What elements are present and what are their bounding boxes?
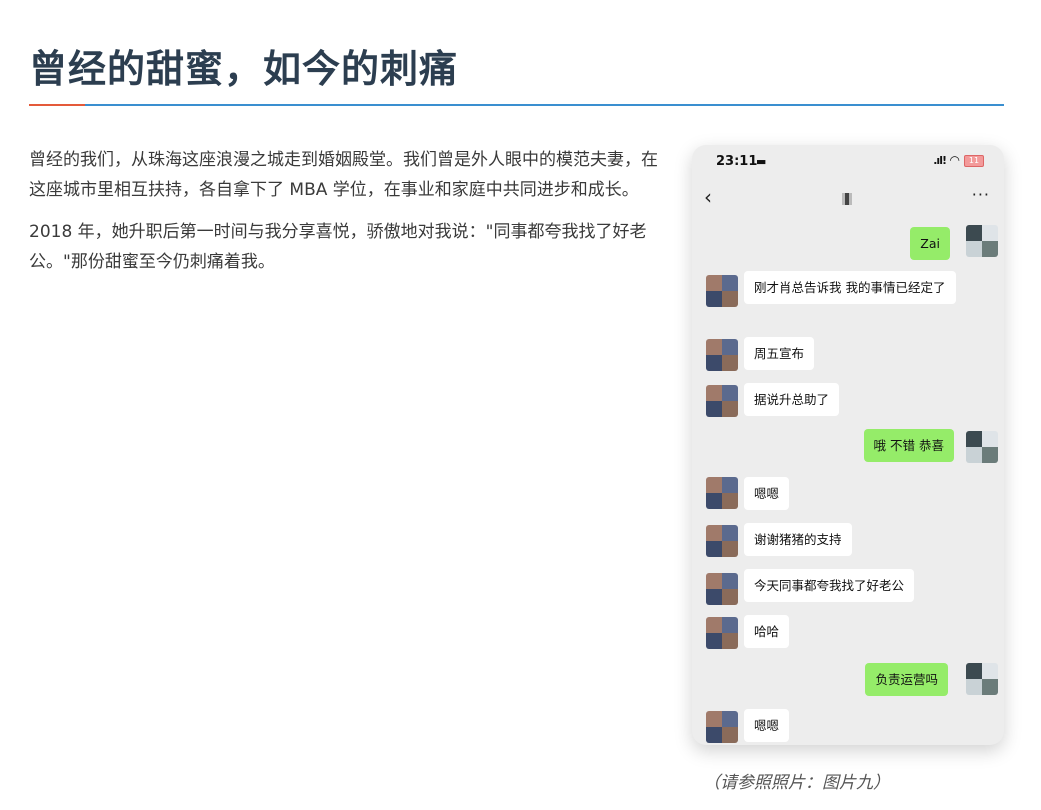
article-title: 曾经的甜蜜，如今的刺痛 [29, 47, 459, 91]
image-caption: （请参照照片：图片九） [703, 773, 890, 793]
avatar [706, 275, 738, 307]
message-row: 嗯嗯 [692, 709, 1004, 743]
avatar [706, 477, 738, 509]
avatar [706, 711, 738, 743]
wifi-icon: ◠ [949, 153, 960, 167]
message-bubble-out: 哦 不错 恭喜 [863, 429, 954, 462]
chat-screenshot: 23:11 ▬ .ıl! ◠ 11 ‹ ··· Zai 刚才肖总告诉我 我的事情… [692, 145, 1004, 745]
message-bubble-in: 今天同事都夸我找了好老公 [744, 569, 915, 602]
message-bubble-out: 负责运营吗 [865, 663, 948, 696]
chat-navbar: ‹ ··· [692, 181, 1004, 213]
avatar [966, 431, 998, 463]
battery-icon: 11 [964, 155, 984, 167]
paragraph: 2018 年，她升职后第一时间与我分享喜悦，骄傲地对我说："同事都夸我找了好老公… [29, 222, 647, 272]
avatar [706, 573, 738, 605]
avatar [966, 225, 998, 257]
avatar [706, 617, 738, 649]
status-time: 23:11 [716, 154, 758, 169]
chevron-left-icon[interactable]: ‹ [704, 185, 712, 209]
message-row: 哦 不错 恭喜 [692, 429, 1004, 463]
message-bubble-in: 嗯嗯 [744, 477, 790, 510]
paragraph: 曾经的我们，从珠海这座浪漫之城走到婚姻殿堂。我们曾是外人眼中的模范夫妻，在这座城… [29, 150, 658, 200]
message-row: 负责运营吗 [692, 663, 1004, 697]
car-icon: ▬ [756, 155, 767, 168]
avatar [706, 385, 738, 417]
signal-icon: .ıl! [933, 154, 947, 167]
message-bubble-in: 据说升总助了 [744, 383, 840, 416]
avatar [966, 663, 998, 695]
message-row: 刚才肖总告诉我 我的事情已经定了 [692, 271, 1004, 323]
message-row: 据说升总助了 [692, 383, 1004, 417]
avatar [706, 339, 738, 371]
article-body: 曾经的我们，从珠海这座浪漫之城走到婚姻殿堂。我们曾是外人眼中的模范夫妻，在这座城… [29, 145, 661, 289]
avatar [706, 525, 738, 557]
message-bubble-in: 谢谢猪猪的支持 [744, 523, 852, 556]
message-row: 哈哈 [692, 615, 1004, 649]
message-bubble-out: Zai [910, 227, 950, 260]
more-icon[interactable]: ··· [972, 185, 990, 204]
message-row: 谢谢猪猪的支持 [692, 523, 1004, 557]
message-row: Zai [692, 225, 1004, 260]
message-bubble-in: 嗯嗯 [744, 709, 790, 742]
message-row: 周五宣布 [692, 337, 1004, 371]
message-bubble-in: 刚才肖总告诉我 我的事情已经定了 [744, 271, 956, 304]
message-bubble-in: 周五宣布 [744, 337, 815, 370]
contact-name-pixelated [842, 193, 852, 205]
message-row: 今天同事都夸我找了好老公 [692, 569, 1004, 605]
status-bar: 23:11 ▬ .ıl! ◠ 11 [692, 145, 1004, 179]
title-divider [29, 104, 1004, 106]
message-row: 嗯嗯 [692, 477, 1004, 511]
divider-accent [29, 104, 85, 106]
message-bubble-in: 哈哈 [744, 615, 790, 648]
